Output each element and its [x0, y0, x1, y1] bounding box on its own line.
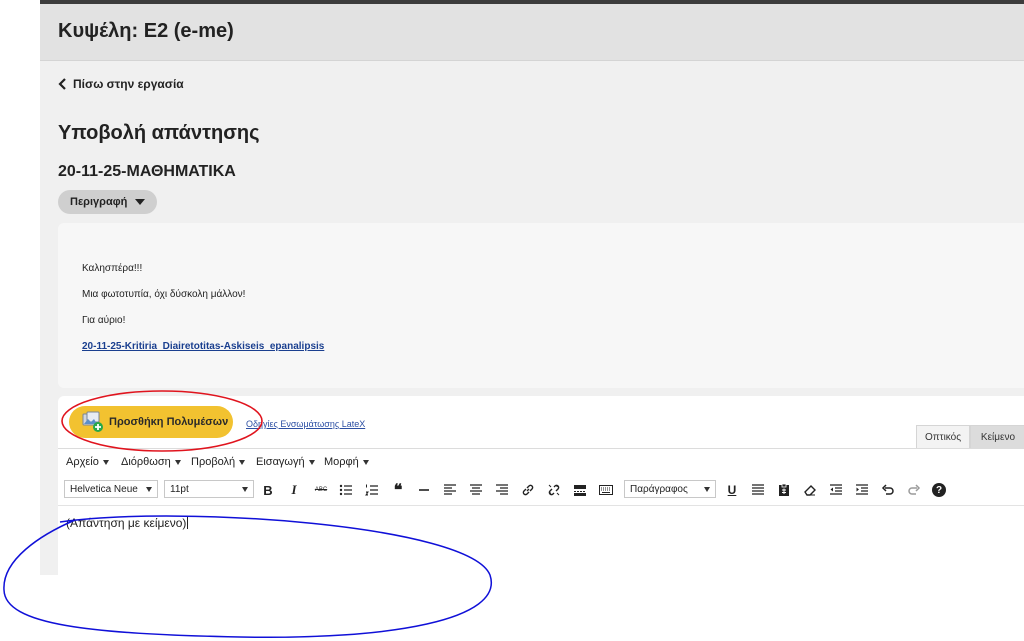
caret-down-icon [242, 487, 248, 492]
numbered-list-icon [365, 484, 378, 496]
align-center-icon [470, 484, 482, 495]
menu-view[interactable]: Προβολή [191, 456, 246, 468]
menu-file[interactable]: Αρχείο [66, 456, 109, 468]
description-toggle-button[interactable]: Περιγραφή [58, 190, 158, 214]
menu-insert-label: Εισαγωγή [256, 456, 305, 468]
numbered-list-button[interactable] [364, 482, 380, 498]
redo-icon [908, 484, 921, 495]
caret-down-icon [146, 487, 152, 492]
bullet-list-icon [339, 484, 352, 496]
clipboard-icon [779, 483, 789, 496]
chevron-left-icon [58, 78, 66, 90]
font-size-value: 11pt [170, 483, 189, 495]
help-button[interactable]: ? [932, 483, 946, 497]
align-left-icon [444, 484, 456, 495]
back-label: Πίσω στην εργασία [73, 77, 184, 91]
caret-down-icon [704, 487, 710, 492]
block-format-value: Παράγραφος [630, 483, 688, 495]
add-media-icon [82, 411, 103, 432]
caret-down-icon [308, 459, 315, 465]
remove-link-button[interactable] [546, 482, 562, 498]
caret-down-icon [362, 459, 369, 465]
outdent-icon [830, 484, 842, 495]
undo-button[interactable] [880, 482, 896, 498]
description-line: Καλησπέρα!!! [82, 263, 143, 274]
menu-format[interactable]: Μορφή [324, 456, 369, 468]
font-size-select[interactable]: 11pt [164, 480, 254, 498]
undo-icon [881, 484, 894, 495]
add-media-label: Προσθήκη Πολυμέσων [109, 416, 229, 428]
link-icon [522, 484, 534, 496]
eraser-icon [804, 485, 816, 496]
main-content: Πίσω στην εργασία Υποβολή απάντησης 20-1… [40, 61, 1024, 575]
strikethrough-button[interactable]: ABC [312, 482, 330, 498]
app-title: Κυψέλη: Ε2 (e-me) [58, 20, 234, 42]
block-format-select[interactable]: Παράγραφος [624, 480, 716, 498]
outdent-button[interactable] [828, 482, 844, 498]
editor-toolbar: Helvetica Neue 11pt B I ABC ❝ Παράγραφος… [58, 475, 1024, 506]
answer-text-area[interactable]: (Απάντηση με κείμενο) [58, 506, 1024, 575]
indent-button[interactable] [854, 482, 870, 498]
horizontal-line-icon [419, 489, 429, 491]
unlink-icon [548, 484, 560, 496]
insert-link-button[interactable] [520, 482, 536, 498]
read-more-button[interactable] [572, 482, 588, 498]
back-to-task-link[interactable]: Πίσω στην εργασία [58, 77, 184, 91]
paste-as-text-button[interactable] [776, 482, 792, 498]
horizontal-line-button[interactable] [416, 482, 432, 498]
align-justify-icon [752, 484, 764, 495]
blockquote-button[interactable]: ❝ [390, 482, 406, 499]
tab-visual[interactable]: Οπτικός [916, 425, 970, 448]
align-right-button[interactable] [494, 482, 510, 498]
attachment-link[interactable]: 20-11-25-Kritiria_Diairetotitas-Askiseis… [82, 341, 324, 352]
indent-icon [856, 484, 868, 495]
caret-down-icon [174, 459, 181, 465]
text-cursor [187, 516, 189, 529]
font-family-select[interactable]: Helvetica Neue [64, 480, 158, 498]
editor-menubar: Αρχείο Διόρθωση Προβολή Εισαγωγή Μορφή [58, 448, 1024, 476]
font-family-value: Helvetica Neue [70, 483, 138, 495]
justify-button[interactable] [750, 482, 766, 498]
answer-text: (Απάντηση με κείμενο) [66, 516, 187, 530]
triangle-down-icon [135, 199, 146, 205]
page-title: Υποβολή απάντησης [58, 122, 260, 144]
description-line: Μια φωτοτυπία, όχι δύσκολη μάλλον! [82, 289, 246, 300]
toolbar-toggle-button[interactable] [598, 482, 614, 498]
menu-insert[interactable]: Εισαγωγή [256, 456, 315, 468]
tab-text[interactable]: Κείμενο [970, 425, 1024, 448]
menu-edit-label: Διόρθωση [121, 456, 171, 468]
answer-editor: Προσθήκη Πολυμέσων Οδηγίες Ενσωμάτωσης L… [58, 396, 1024, 575]
menu-file-label: Αρχείο [66, 456, 99, 468]
align-left-button[interactable] [442, 482, 458, 498]
menu-edit[interactable]: Διόρθωση [121, 456, 181, 468]
align-center-button[interactable] [468, 482, 484, 498]
app-header: Κυψέλη: Ε2 (e-me) [40, 4, 1024, 61]
redo-button[interactable] [906, 482, 922, 498]
description-line: Για αύριο! [82, 315, 126, 326]
caret-down-icon [239, 459, 246, 465]
align-right-icon [496, 484, 508, 495]
italic-button[interactable]: I [286, 482, 302, 498]
menu-format-label: Μορφή [324, 456, 359, 468]
keyboard-icon [599, 485, 613, 495]
latex-instructions-link[interactable]: Οδηγίες Ενσωμάτωσης LateX [246, 419, 365, 429]
clear-formatting-button[interactable] [802, 482, 818, 498]
read-more-icon [574, 485, 586, 496]
bullet-list-button[interactable] [338, 482, 354, 498]
caret-down-icon [102, 459, 109, 465]
underline-button[interactable]: U [724, 482, 740, 498]
task-title: 20-11-25-ΜΑΘΗΜΑΤΙΚΑ [58, 163, 236, 180]
description-panel: Καλησπέρα!!! Μια φωτοτυπία, όχι δύσκολη … [58, 223, 1024, 388]
bold-button[interactable]: B [260, 482, 276, 498]
menu-view-label: Προβολή [191, 456, 236, 468]
description-toggle-label: Περιγραφή [70, 196, 128, 208]
add-media-button[interactable]: Προσθήκη Πολυμέσων [69, 406, 233, 438]
